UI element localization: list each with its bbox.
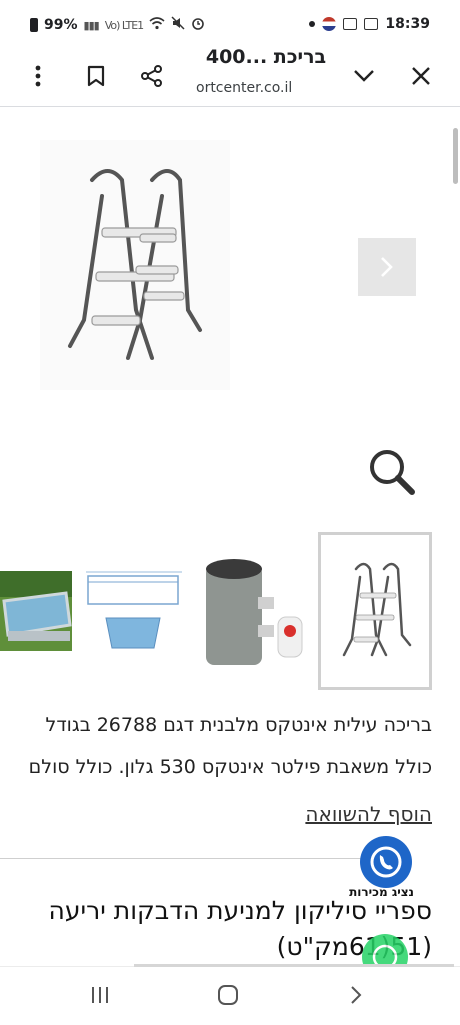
status-right: 18:39 (309, 16, 430, 32)
thumbnail-pool-photo[interactable] (0, 532, 72, 690)
horizontal-scroll-indicator (134, 964, 454, 967)
page-title: בריכת ...400 (205, 46, 327, 68)
whatsapp-label[interactable]: נציג מכירות (349, 886, 414, 899)
zoom-button[interactable] (366, 446, 418, 498)
back-button[interactable] (336, 979, 376, 1011)
status-left: 99% ▮▮▮ Vo) LTE1 (30, 16, 205, 34)
chevron-right-icon (381, 257, 393, 277)
pool-diagram-icon (86, 571, 182, 649)
close-icon (412, 67, 430, 85)
whatsapp-support-button[interactable] (360, 836, 412, 888)
bookmark-icon (87, 65, 105, 87)
thumbnail-filter-pump[interactable] (198, 532, 310, 690)
chevron-down-icon (354, 70, 374, 82)
page-url: ortcenter.co.il (196, 80, 293, 96)
alarm-icon (191, 16, 205, 34)
mute-icon (171, 16, 185, 34)
news-app-icon (343, 18, 358, 30)
gallery-app-icon (364, 18, 379, 30)
filter-pump-icon (206, 559, 303, 665)
pool-ladder-image (68, 169, 202, 360)
battery-icon (30, 18, 38, 32)
pool-ladder-thumb-icon (342, 562, 412, 657)
page-info-button[interactable] (344, 56, 384, 96)
notification-dot-icon (309, 21, 316, 27)
clock: 18:39 (385, 16, 430, 32)
page-scrollbar[interactable] (453, 128, 458, 184)
magnifier-icon (370, 450, 415, 495)
wifi-icon (149, 16, 165, 34)
recent-apps-button[interactable] (80, 979, 120, 1011)
product-description-line1: בריכה עילית אינטקס מלבנית דגם 26788 בגוד… (45, 714, 432, 736)
back-chevron-icon (351, 986, 362, 1004)
gallery-next-button[interactable] (358, 238, 416, 296)
share-button[interactable] (132, 56, 172, 96)
section-divider (0, 858, 404, 859)
more-options-button[interactable] (18, 56, 58, 96)
pool-photo-icon (0, 571, 72, 651)
add-to-compare-link[interactable]: הוסף להשוואה (305, 802, 432, 826)
network-type: Vo) LTE1 (104, 18, 144, 32)
share-icon (141, 65, 162, 87)
close-tab-button[interactable] (401, 56, 441, 96)
thumbnail-pool-diagram[interactable] (84, 532, 188, 690)
product-main-image[interactable] (40, 140, 230, 390)
bookmark-button[interactable] (76, 56, 116, 96)
whatsapp-phone-icon (370, 846, 402, 878)
signal-icon: ▮▮▮ (83, 18, 100, 32)
status-bar: 99% ▮▮▮ Vo) LTE1 18:39 (0, 0, 460, 48)
home-button[interactable] (208, 979, 248, 1011)
home-icon (218, 985, 238, 1005)
system-nav-bar (0, 964, 460, 1025)
more-vert-icon (35, 65, 41, 87)
product-description-line2: כולל משאבת פילטר אינטקס 530 גלון. כולל ס… (28, 756, 432, 778)
recents-icon (92, 987, 108, 1003)
battery-level: 99% (44, 17, 78, 33)
flag-app-icon (322, 17, 337, 31)
next-product-title-line1[interactable]: ספריי סיליקון למניעת הדבקות יריעה (2, 896, 432, 925)
thumbnail-pool-ladder-selected[interactable] (318, 532, 432, 690)
